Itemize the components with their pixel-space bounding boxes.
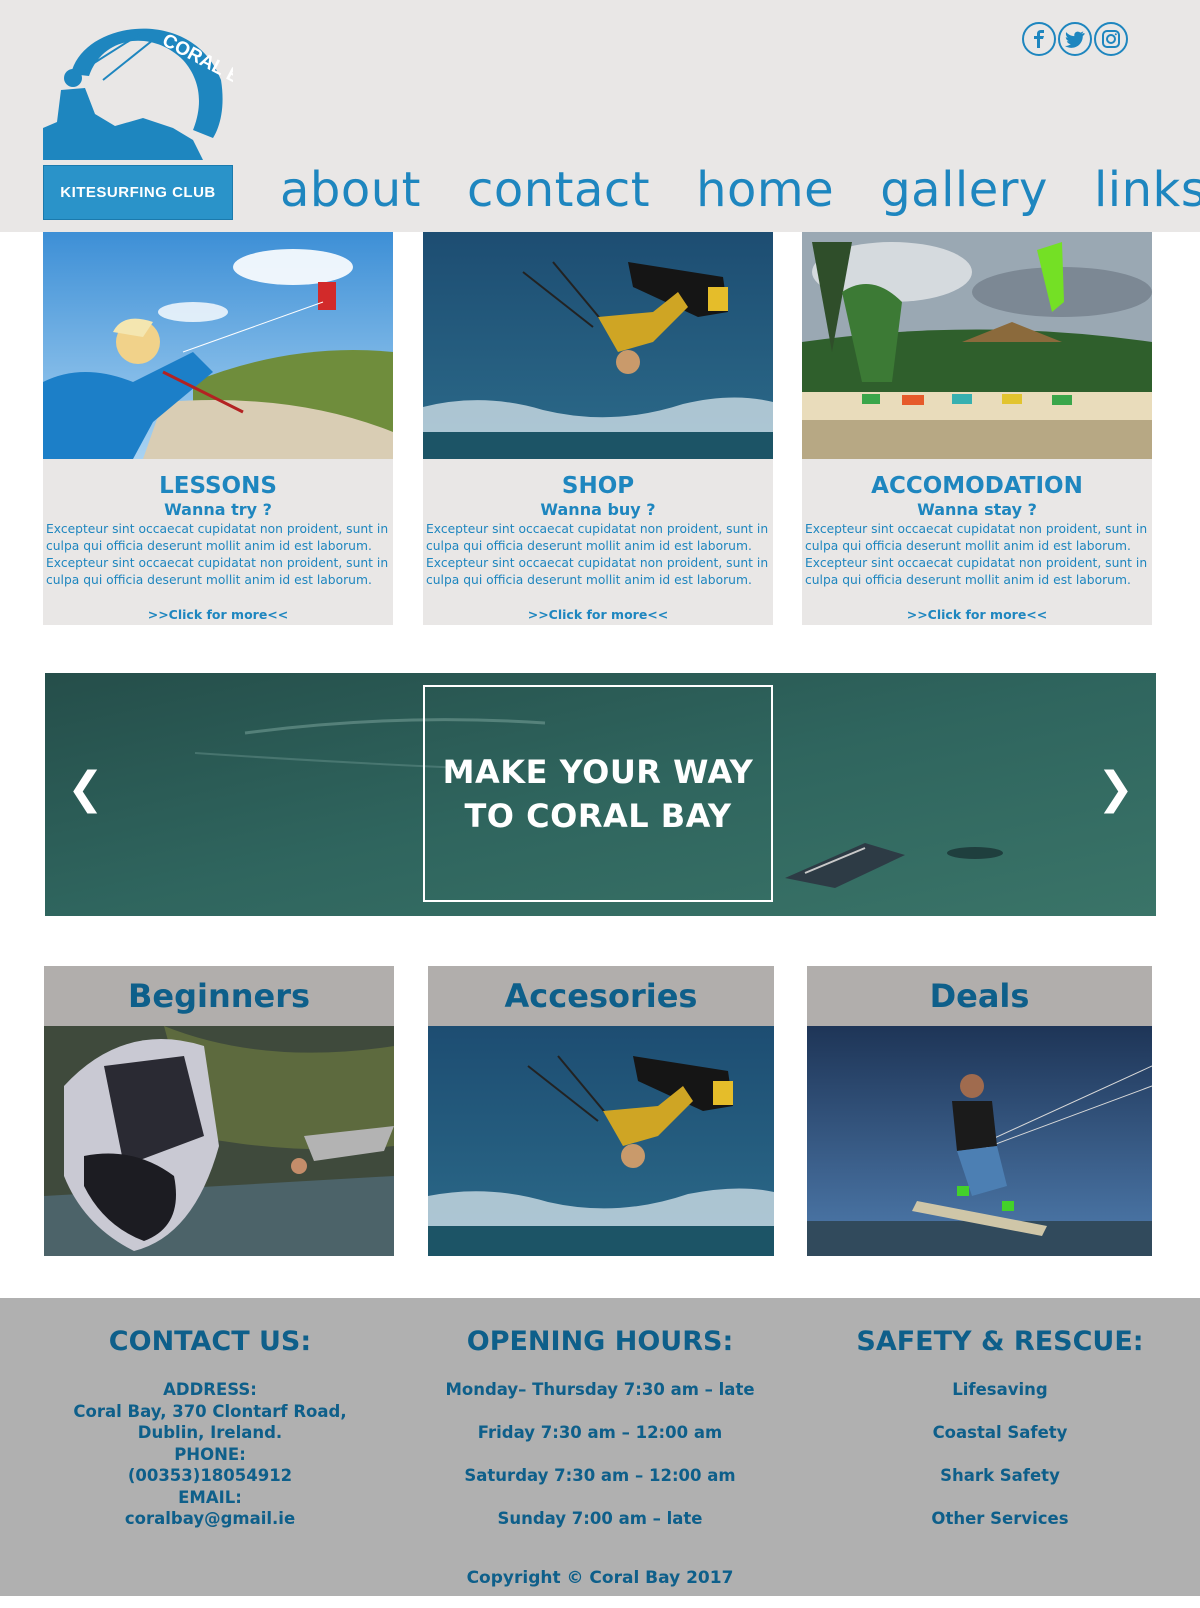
- contact-column: CONTACT US: ADDRESS: Coral Bay, 370 Clon…: [40, 1326, 380, 1530]
- card-text: Excepteur sint occaecat cupidatat non pr…: [46, 522, 389, 587]
- address-line-2: Dublin, Ireland.: [137, 1423, 283, 1442]
- email-label: EMAIL:: [178, 1487, 242, 1507]
- facebook-icon[interactable]: [1022, 22, 1056, 56]
- site-footer: CONTACT US: ADDRESS: Coral Bay, 370 Clon…: [0, 1298, 1200, 1596]
- hours-line: Friday 7:30 am – 12:00 am: [477, 1423, 723, 1442]
- phone-label: PHONE:: [174, 1444, 246, 1464]
- contact-heading: CONTACT US:: [108, 1326, 312, 1357]
- click-for-more-link[interactable]: >>Click for more<<: [423, 607, 773, 622]
- email-address[interactable]: coralbay@gmail.ie: [40, 1508, 380, 1530]
- shop-photo: [423, 232, 773, 459]
- card-lessons: LESSONS Wanna try ? Excepteur sint occae…: [43, 232, 393, 625]
- card-subtitle: Wanna buy ?: [540, 500, 656, 519]
- carousel-caption: MAKE YOUR WAY TO CORAL BAY: [442, 752, 754, 835]
- card-title: SHOP: [561, 473, 635, 499]
- nav-home[interactable]: home: [696, 155, 834, 225]
- card-accomodation: ACCOMODATION Wanna stay ? Excepteur sint…: [802, 232, 1152, 625]
- social-links: [1022, 22, 1128, 56]
- shop-body: SHOP Wanna buy ? Excepteur sint occaecat…: [423, 459, 773, 625]
- tile-beginners[interactable]: Beginners: [44, 966, 394, 1256]
- card-text: Excepteur sint occaecat cupidatat non pr…: [426, 522, 769, 587]
- phone-number[interactable]: (00353)18054912: [40, 1465, 380, 1487]
- card-title: ACCOMODATION: [871, 473, 1083, 499]
- safety-heading: SAFETY & RESCUE:: [856, 1326, 1144, 1357]
- tile-title: Deals: [807, 966, 1152, 1026]
- nav-contact[interactable]: contact: [467, 155, 650, 225]
- card-shop: SHOP Wanna buy ? Excepteur sint occaecat…: [423, 232, 773, 625]
- nav-gallery[interactable]: gallery: [880, 155, 1048, 225]
- logo-band: KITESURFING CLUB: [43, 165, 233, 220]
- tile-accesories[interactable]: Accesories: [428, 966, 774, 1256]
- accomodation-body: ACCOMODATION Wanna stay ? Excepteur sint…: [802, 459, 1152, 625]
- address-label: ADDRESS:: [163, 1380, 257, 1399]
- nav-links[interactable]: links: [1094, 155, 1200, 225]
- hours-heading: OPENING HOURS:: [466, 1326, 734, 1357]
- kitesurfer-logo-graphic: CORAL BAY: [43, 28, 233, 160]
- site-header: CORAL BAY KITESURFING CLUB about contact…: [0, 0, 1200, 232]
- tile-deals[interactable]: Deals: [807, 966, 1152, 1256]
- tile-title: Beginners: [44, 966, 394, 1026]
- hours-line: Sunday 7:00 am – late: [497, 1509, 703, 1528]
- tile-title: Accesories: [428, 966, 774, 1026]
- accomodation-photo: [802, 232, 1152, 459]
- coral-bay-logo[interactable]: CORAL BAY KITESURFING CLUB: [43, 10, 233, 220]
- instagram-icon[interactable]: [1094, 22, 1128, 56]
- card-subtitle: Wanna stay ?: [917, 500, 1037, 519]
- carousel-next-arrow[interactable]: ❯: [1097, 763, 1134, 814]
- nav-about[interactable]: about: [280, 155, 421, 225]
- card-title: LESSONS: [159, 473, 277, 499]
- hours-line: Monday– Thursday 7:30 am – late: [445, 1380, 755, 1399]
- twitter-icon[interactable]: [1058, 22, 1092, 56]
- carousel-caption-box: MAKE YOUR WAY TO CORAL BAY: [423, 685, 773, 902]
- safety-link-coastal[interactable]: Coastal Safety: [840, 1422, 1160, 1444]
- safety-link-other[interactable]: Other Services: [840, 1508, 1160, 1530]
- opening-hours-column: OPENING HOURS: Monday– Thursday 7:30 am …: [420, 1326, 780, 1551]
- safety-link-shark[interactable]: Shark Safety: [840, 1465, 1160, 1487]
- deals-photo: [807, 1026, 1152, 1256]
- carousel-prev-arrow[interactable]: ❮: [67, 763, 104, 814]
- click-for-more-link[interactable]: >>Click for more<<: [802, 607, 1152, 622]
- safety-link-lifesaving[interactable]: Lifesaving: [840, 1379, 1160, 1401]
- card-subtitle: Wanna try ?: [164, 500, 272, 519]
- hours-line: Saturday 7:30 am – 12:00 am: [464, 1466, 736, 1485]
- main-nav: about contact home gallery links: [280, 155, 1200, 225]
- accesories-photo: [428, 1026, 774, 1256]
- card-text: Excepteur sint occaecat cupidatat non pr…: [805, 522, 1148, 587]
- safety-column: SAFETY & RESCUE: Lifesaving Coastal Safe…: [840, 1326, 1160, 1551]
- lessons-photo: [43, 232, 393, 459]
- lessons-body: LESSONS Wanna try ? Excepteur sint occae…: [43, 459, 393, 625]
- hero-carousel: ❮ ❯ MAKE YOUR WAY TO CORAL BAY: [45, 673, 1156, 916]
- beginners-photo: [44, 1026, 394, 1256]
- copyright: Copyright © Coral Bay 2017: [466, 1568, 734, 1588]
- address-line-1: Coral Bay, 370 Clontarf Road,: [73, 1401, 347, 1421]
- click-for-more-link[interactable]: >>Click for more<<: [43, 607, 393, 622]
